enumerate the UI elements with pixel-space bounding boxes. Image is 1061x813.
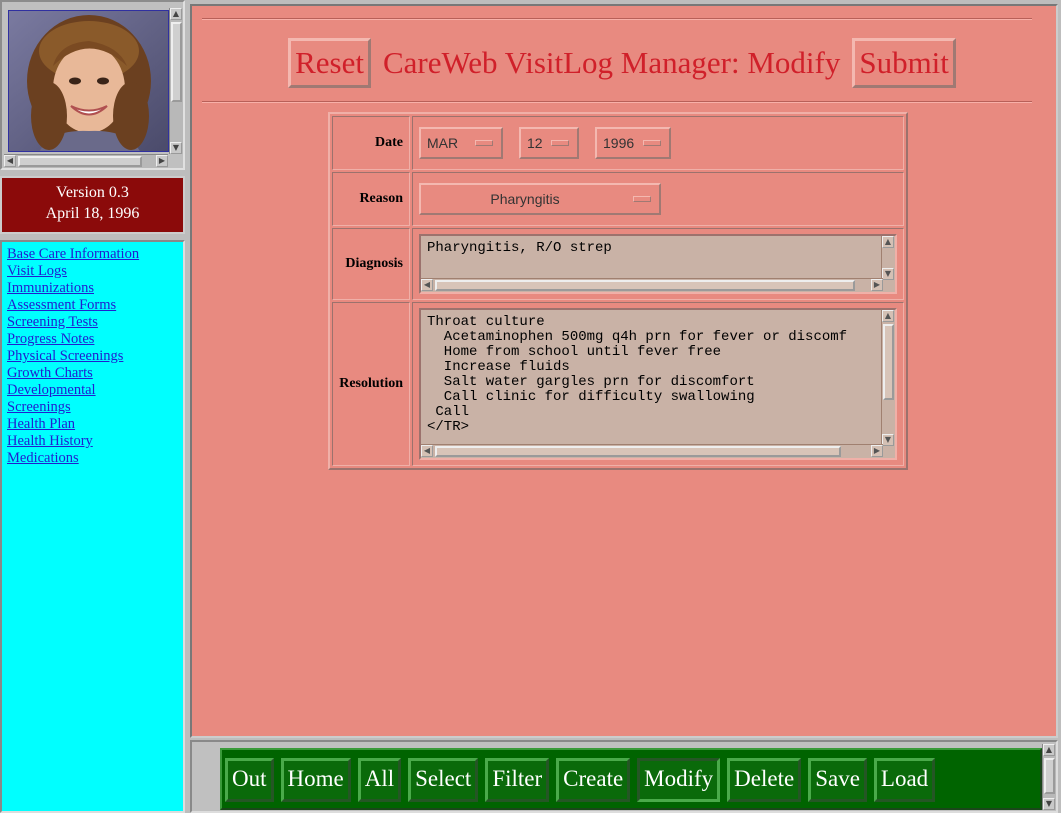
action-toolbar: Out Home All Select Filter Create Modify…	[220, 748, 1042, 810]
form-row-diagnosis: Diagnosis Pharyngitis, R/O strep ▲ ▼ ◀ ▶	[332, 228, 904, 300]
scroll-down-icon[interactable]: ▼	[170, 142, 182, 154]
nav-link-immunizations[interactable]: Immunizations	[7, 280, 183, 297]
day-value: 12	[527, 135, 543, 151]
option-menu-icon	[643, 140, 661, 146]
version-box: Version 0.3 April 18, 1996	[0, 176, 185, 234]
divider	[202, 18, 1032, 20]
reset-button[interactable]: Reset	[288, 38, 371, 88]
nav-link-visit-logs[interactable]: Visit Logs	[7, 263, 183, 280]
scroll-left-icon[interactable]: ◀	[421, 445, 433, 457]
scroll-down-icon[interactable]: ▼	[882, 268, 894, 280]
toolbar-vertical-scrollbar[interactable]: ▲ ▼	[1042, 744, 1056, 810]
option-menu-icon	[475, 140, 493, 146]
scroll-thumb[interactable]	[171, 22, 182, 102]
year-value: 1996	[603, 135, 635, 151]
option-menu-icon	[633, 196, 651, 202]
nav-link-medications[interactable]: Medications	[7, 450, 183, 467]
visit-form: Date MAR 12 1996 Reason Pharyngitis Diag…	[328, 112, 908, 470]
create-button[interactable]: Create	[556, 758, 631, 802]
scroll-up-icon[interactable]: ▲	[882, 310, 894, 322]
scroll-up-icon[interactable]: ▲	[882, 236, 894, 248]
photo-vertical-scrollbar[interactable]: ▲ ▼	[169, 8, 183, 154]
reason-label: Reason	[332, 172, 410, 226]
scroll-thumb[interactable]	[18, 156, 142, 167]
toolbar-frame: Out Home All Select Filter Create Modify…	[190, 740, 1058, 813]
month-value: MAR	[427, 135, 459, 151]
sidebar-nav: Base Care Information Visit Logs Immuniz…	[0, 240, 185, 813]
all-button[interactable]: All	[357, 758, 402, 802]
scroll-up-icon[interactable]: ▲	[170, 8, 182, 20]
nav-link-assessment-forms[interactable]: Assessment Forms	[7, 297, 183, 314]
resolution-textarea[interactable]: Throat culture Acetaminophen 500mg q4h p…	[419, 308, 897, 460]
scroll-thumb[interactable]	[435, 446, 841, 457]
nav-link-screenings[interactable]: Screenings	[7, 399, 183, 416]
submit-button[interactable]: Submit	[852, 38, 956, 88]
scroll-thumb[interactable]	[1044, 758, 1055, 794]
patient-photo-frame: ▲ ▼ ◀ ▶	[0, 0, 185, 170]
nav-link-base-care-information[interactable]: Base Care Information	[7, 246, 183, 263]
diagnosis-label: Diagnosis	[332, 228, 410, 300]
diagnosis-vertical-scrollbar[interactable]: ▲ ▼	[881, 236, 895, 280]
divider	[202, 101, 1032, 103]
main-content: Reset CareWeb VisitLog Manager: Modify S…	[190, 4, 1058, 738]
nav-link-progress-notes[interactable]: Progress Notes	[7, 331, 183, 348]
filter-button[interactable]: Filter	[485, 758, 550, 802]
out-button[interactable]: Out	[225, 758, 274, 802]
resolution-field-cell: Throat culture Acetaminophen 500mg q4h p…	[412, 302, 904, 466]
resolution-label: Resolution	[332, 302, 410, 466]
nav-link-screening-tests[interactable]: Screening Tests	[7, 314, 183, 331]
diagnosis-textarea[interactable]: Pharyngitis, R/O strep ▲ ▼ ◀ ▶	[419, 234, 897, 294]
scroll-up-icon[interactable]: ▲	[1043, 744, 1055, 756]
scroll-down-icon[interactable]: ▼	[882, 434, 894, 446]
scroll-right-icon[interactable]: ▶	[156, 155, 168, 167]
nav-link-developmental[interactable]: Developmental	[7, 382, 183, 399]
version-label: Version 0.3	[56, 184, 129, 201]
photo-horizontal-scrollbar[interactable]: ◀ ▶	[4, 154, 168, 168]
save-button[interactable]: Save	[808, 758, 867, 802]
patient-photo	[8, 10, 169, 152]
page-title: CareWeb VisitLog Manager: Modify	[382, 45, 841, 80]
nav-link-health-history[interactable]: Health History	[7, 433, 183, 450]
option-menu-icon	[551, 140, 569, 146]
day-select[interactable]: 12	[519, 127, 579, 159]
scroll-thumb[interactable]	[435, 280, 855, 291]
version-date: April 18, 1996	[45, 205, 140, 222]
reason-value: Pharyngitis	[490, 191, 560, 207]
scroll-down-icon[interactable]: ▼	[1043, 798, 1055, 810]
date-label: Date	[332, 116, 410, 170]
diagnosis-horizontal-scrollbar[interactable]: ◀ ▶	[421, 278, 883, 292]
scroll-right-icon[interactable]: ▶	[871, 445, 883, 457]
form-row-resolution: Resolution Throat culture Acetaminophen …	[332, 302, 904, 466]
header-row: Reset CareWeb VisitLog Manager: Modify S…	[192, 38, 1052, 90]
home-button[interactable]: Home	[280, 758, 351, 802]
form-row-reason: Reason Pharyngitis	[332, 172, 904, 226]
reason-select[interactable]: Pharyngitis	[419, 183, 661, 215]
select-button[interactable]: Select	[408, 758, 479, 802]
scroll-left-icon[interactable]: ◀	[4, 155, 16, 167]
load-button[interactable]: Load	[873, 758, 936, 802]
modify-button[interactable]: Modify	[637, 758, 721, 802]
form-row-date: Date MAR 12 1996	[332, 116, 904, 170]
year-select[interactable]: 1996	[595, 127, 671, 159]
date-field-cell: MAR 12 1996	[412, 116, 904, 170]
nav-link-physical-screenings[interactable]: Physical Screenings	[7, 348, 183, 365]
scroll-thumb[interactable]	[883, 324, 894, 400]
nav-link-growth-charts[interactable]: Growth Charts	[7, 365, 183, 382]
month-select[interactable]: MAR	[419, 127, 503, 159]
scroll-right-icon[interactable]: ▶	[871, 279, 883, 291]
scroll-left-icon[interactable]: ◀	[421, 279, 433, 291]
diagnosis-text: Pharyngitis, R/O strep	[427, 241, 612, 256]
resolution-text: Throat culture Acetaminophen 500mg q4h p…	[427, 315, 848, 435]
diagnosis-field-cell: Pharyngitis, R/O strep ▲ ▼ ◀ ▶	[412, 228, 904, 300]
resolution-vertical-scrollbar[interactable]: ▲ ▼	[881, 310, 895, 446]
careweb-window: ▲ ▼ ◀ ▶ Version 0.3 April 18, 1996 Base …	[0, 0, 1061, 813]
delete-button[interactable]: Delete	[727, 758, 802, 802]
resolution-horizontal-scrollbar[interactable]: ◀ ▶	[421, 444, 883, 458]
reason-field-cell: Pharyngitis	[412, 172, 904, 226]
nav-link-health-plan[interactable]: Health Plan	[7, 416, 183, 433]
